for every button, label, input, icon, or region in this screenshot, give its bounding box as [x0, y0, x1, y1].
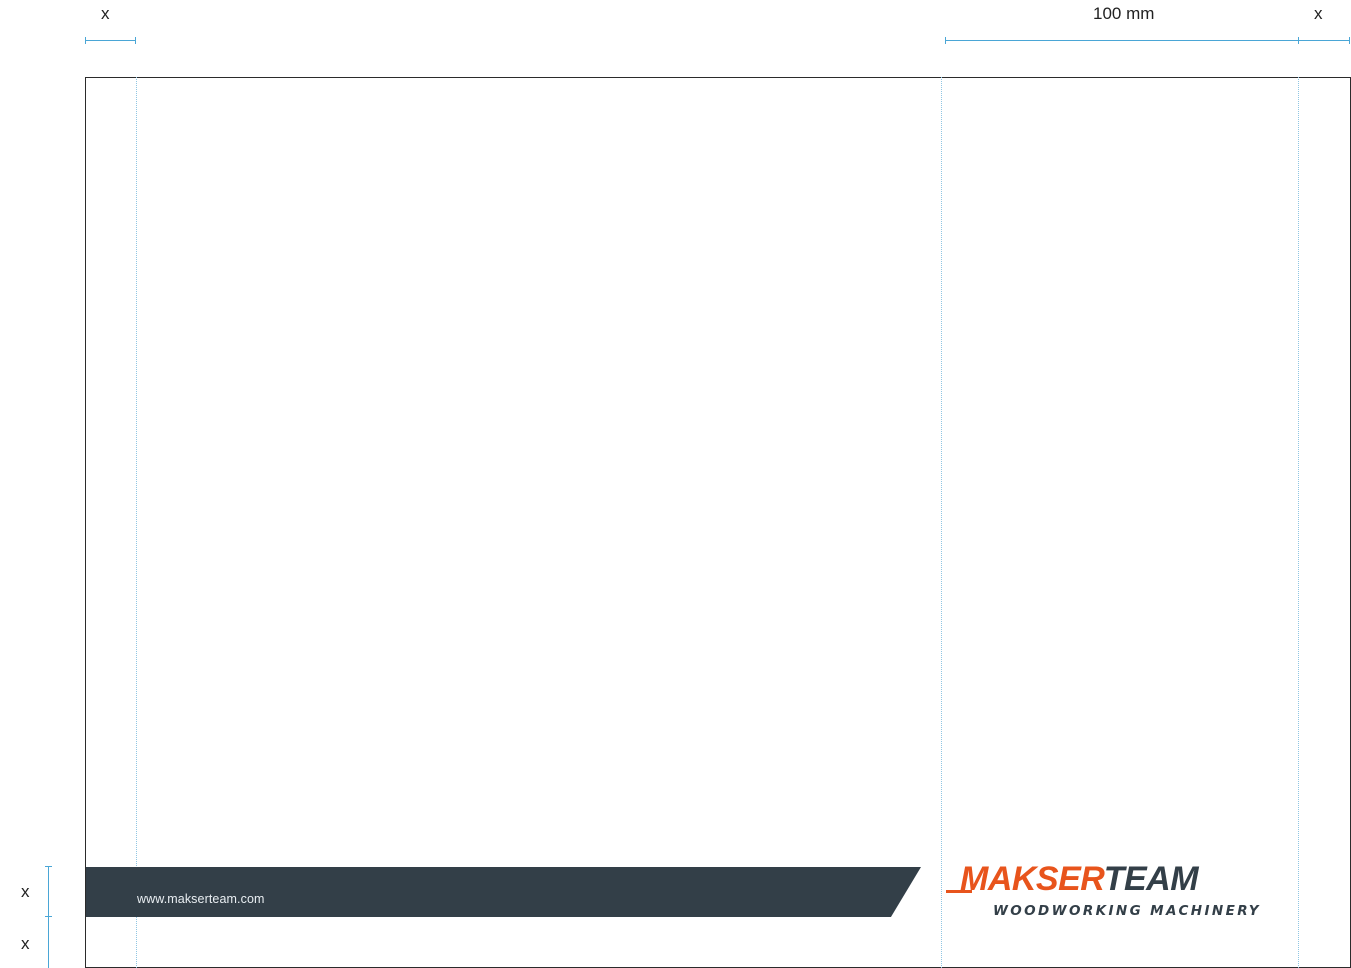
dimension-label-bottom-margin: x [21, 934, 30, 953]
logo-tagline: WOODWORKING MACHINERY [993, 903, 1261, 919]
page-frame [85, 77, 1351, 968]
guide-logo-left [941, 77, 942, 968]
footer-url[interactable]: www.makserteam.com [137, 892, 265, 906]
dimension-label-left-margin: x [101, 4, 110, 23]
logo-wordmark: MAKSERTEAM [960, 860, 1199, 898]
guide-right-margin [1298, 77, 1299, 968]
logo-word-makser: MAKSER [960, 860, 1104, 898]
guide-left-margin [136, 77, 137, 968]
company-logo: MAKSERTEAM WOODWORKING MACHINERY [946, 862, 1298, 922]
dimension-tick [45, 916, 52, 917]
dimension-label-width: 100 mm [1093, 4, 1155, 23]
dimension-label-right-margin: x [1314, 4, 1323, 23]
dimension-line-vertical [48, 866, 49, 968]
logo-word-team: TEAM [1103, 860, 1199, 898]
dimension-tick [85, 37, 86, 44]
dimension-line-width [945, 40, 1298, 41]
dimension-line-right-margin [1298, 40, 1349, 41]
dimension-tick [45, 866, 52, 867]
dimension-line-left-margin [85, 40, 136, 41]
dimension-tick [135, 37, 136, 44]
dimension-label-band-height: x [21, 882, 30, 901]
dimension-tick [1349, 37, 1350, 44]
dimension-tick [945, 37, 946, 44]
